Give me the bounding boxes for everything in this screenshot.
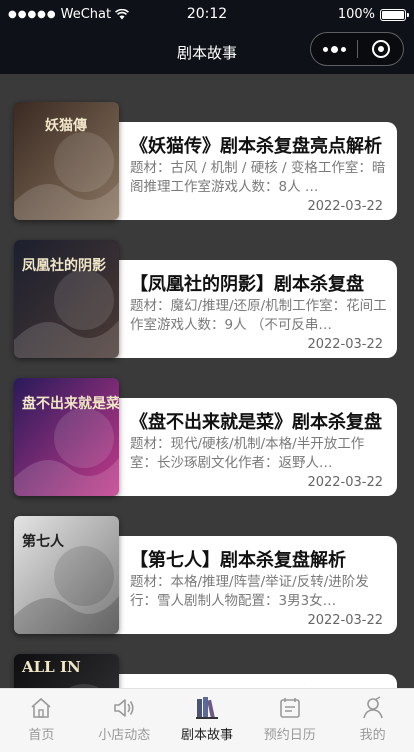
story-date: 2022-03-22 <box>307 475 383 490</box>
story-card[interactable]: 【凤凰社的阴影】剧本杀复盘题材：魔幻/推理/还原/机制工作室：花间工作室游戏人数… <box>14 240 397 358</box>
tab-label: 预约日历 <box>263 728 316 743</box>
home-icon <box>28 695 54 721</box>
story-cover-image[interactable]: 第七人 <box>14 516 119 634</box>
more-dot-icon <box>322 46 328 52</box>
story-card[interactable]: 《妖猫传》剧本杀复盘亮点解析题材：古风 / 机制 / 硬核 / 变格工作室：暗阁… <box>14 102 397 220</box>
story-description: 题材：本格/推理/阵营/举证/反转/进阶发行：雪人剧制人物配置：3男3女… <box>130 574 369 609</box>
close-button[interactable] <box>358 33 403 65</box>
story-description: 题材：现代/硬核/机制/本格/半开放工作室：长沙琢剧文化作者：返野人… <box>130 436 365 471</box>
story-description: 题材：魔幻/推理/还原/机制工作室：花间工作室游戏人数：9人 （不可反串… <box>130 298 387 333</box>
cover-title-text: 凤凰社的阴影 <box>22 257 106 274</box>
more-button[interactable] <box>311 33 357 65</box>
battery-fill <box>382 10 404 19</box>
tab-label: 首页 <box>28 728 55 743</box>
tab-item[interactable]: 我的 <box>331 689 414 752</box>
status-bar: ●●●●● WeChat 20:12 100% <box>0 0 414 30</box>
story-card-body[interactable]: 《ALL IN》剧本杀复盘真相 <box>104 674 397 688</box>
story-cover-image[interactable]: 妖猫傳 <box>14 102 119 220</box>
story-card-body[interactable]: 《妖猫传》剧本杀复盘亮点解析题材：古风 / 机制 / 硬核 / 变格工作室：暗阁… <box>104 122 397 220</box>
books-icon <box>194 695 220 721</box>
story-card[interactable]: 《ALL IN》剧本杀复盘真相 ALL IN <box>14 654 397 688</box>
story-card[interactable]: 【第七人】剧本杀复盘解析题材：本格/推理/阵营/举证/反转/进阶发行：雪人剧制人… <box>14 516 397 634</box>
more-dot-icon <box>330 45 338 53</box>
cover-title-text: ALL IN <box>21 658 81 676</box>
story-card[interactable]: 《盘不出来就是菜》剧本杀复盘题材：现代/硬核/机制/本格/半开放工作室：长沙琢剧… <box>14 378 397 496</box>
story-list: 《妖猫传》剧本杀复盘亮点解析题材：古风 / 机制 / 硬核 / 变格工作室：暗阁… <box>0 74 414 688</box>
story-cover-image[interactable]: 凤凰社的阴影 <box>14 240 119 358</box>
close-ring-icon <box>371 40 390 58</box>
person-icon <box>360 695 386 721</box>
story-card-body[interactable]: 【凤凰社的阴影】剧本杀复盘题材：魔幻/推理/还原/机制工作室：花间工作室游戏人数… <box>104 260 397 358</box>
mini-program-capsule <box>310 32 404 66</box>
story-cover-image[interactable]: 盘不出来就是菜 <box>14 378 119 496</box>
more-dot-icon <box>340 46 346 52</box>
cover-title-text: 第七人 <box>22 533 65 550</box>
story-title: 【凤凰社的阴影】剧本杀复盘 <box>130 274 364 295</box>
tab-bar: 首页 小店动态 剧本故事 预约日历 我的 <box>0 688 414 752</box>
cover-title-text: 妖猫傳 <box>45 117 87 134</box>
speaker-icon <box>111 695 137 721</box>
cover-title-text: 盘不出来就是菜 <box>22 395 119 412</box>
story-title: 《妖猫传》剧本杀复盘亮点解析 <box>130 136 382 157</box>
story-card-body[interactable]: 《盘不出来就是菜》剧本杀复盘题材：现代/硬核/机制/本格/半开放工作室：长沙琢剧… <box>104 398 397 496</box>
story-date: 2022-03-22 <box>307 199 383 214</box>
story-title: 《盘不出来就是菜》剧本杀复盘 <box>130 412 382 433</box>
tab-label: 小店动态 <box>98 728 151 743</box>
battery-icon <box>380 8 409 21</box>
tab-label: 我的 <box>359 728 386 743</box>
story-card-body[interactable]: 【第七人】剧本杀复盘解析题材：本格/推理/阵营/举证/反转/进阶发行：雪人剧制人… <box>104 536 397 634</box>
status-right: 100% <box>337 7 409 22</box>
tab-item[interactable]: 预约日历 <box>248 689 331 752</box>
tab-label: 剧本故事 <box>180 728 233 743</box>
story-date: 2022-03-22 <box>307 613 383 628</box>
tab-item[interactable]: 小店动态 <box>83 689 166 752</box>
story-date: 2022-03-22 <box>307 337 383 352</box>
story-cover-image[interactable]: ALL IN <box>14 654 119 688</box>
calendar-icon <box>277 695 303 721</box>
story-title: 【第七人】剧本杀复盘解析 <box>130 550 346 571</box>
nav-bar: 剧本故事 <box>0 30 414 74</box>
tab-item[interactable]: 剧本故事 <box>166 689 249 752</box>
tab-item[interactable]: 首页 <box>0 689 83 752</box>
story-description: 题材：古风 / 机制 / 硬核 / 变格工作室：暗阁推理工作室游戏人数：8人 … <box>130 160 386 195</box>
battery-percent: 100% <box>337 7 375 22</box>
